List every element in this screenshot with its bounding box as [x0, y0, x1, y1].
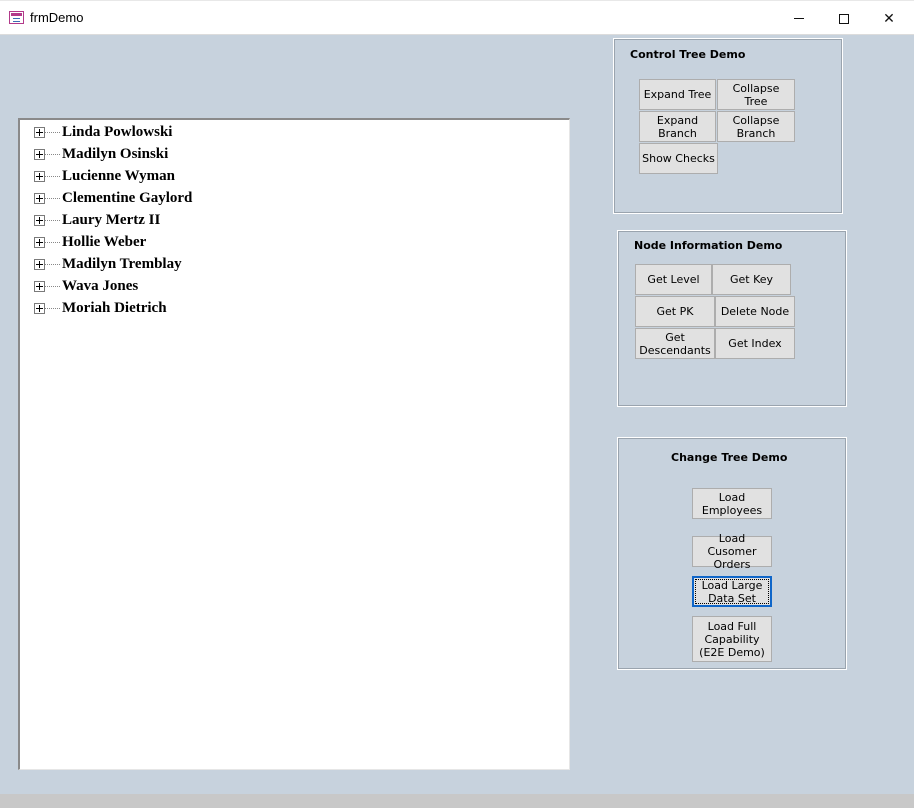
collapse-branch-button[interactable]: Collapse Branch	[717, 111, 795, 142]
tree-node-label[interactable]: Laury Mertz II	[62, 212, 160, 229]
tree-connector-line	[45, 241, 60, 243]
control-tree-title: Control Tree Demo	[630, 48, 746, 61]
maximize-icon	[839, 13, 849, 24]
form-icon	[9, 11, 24, 24]
tree-node-label[interactable]: Madilyn Osinski	[62, 146, 168, 163]
change-tree-group: Change Tree Demo Load Employees Load Cus…	[617, 437, 847, 670]
expand-branch-button[interactable]: Expand Branch	[639, 111, 716, 142]
tree-connector-line	[45, 197, 60, 199]
tree-connector-line	[45, 153, 60, 155]
title-bar: frmDemo ✕	[0, 1, 914, 35]
tree-node-label[interactable]: Clementine Gaylord	[62, 190, 192, 207]
get-key-button[interactable]: Get Key	[712, 264, 791, 295]
load-employees-button[interactable]: Load Employees	[692, 488, 772, 519]
minimize-button[interactable]	[776, 2, 822, 35]
node-info-title: Node Information Demo	[634, 239, 783, 252]
tree-connector-line	[45, 307, 60, 309]
expand-plus-icon[interactable]	[34, 148, 45, 160]
load-large-data-set-button[interactable]: Load Large Data Set	[692, 576, 772, 607]
tree-connector-line	[45, 131, 60, 133]
control-tree-group: Control Tree Demo Expand Tree Collapse T…	[613, 38, 843, 214]
load-customer-orders-button[interactable]: Load Cusomer Orders	[692, 532, 772, 571]
expand-plus-icon[interactable]	[34, 280, 45, 292]
get-index-button[interactable]: Get Index	[715, 328, 795, 359]
show-checks-button[interactable]: Show Checks	[639, 143, 718, 174]
tree-node[interactable]: Madilyn Osinski	[34, 143, 168, 165]
expand-plus-icon[interactable]	[34, 126, 45, 138]
tree-node[interactable]: Lucienne Wyman	[34, 165, 175, 187]
close-button[interactable]: ✕	[866, 2, 912, 35]
tree-node-label[interactable]: Linda Powlowski	[62, 124, 172, 141]
window-title: frmDemo	[30, 10, 84, 25]
tree-node[interactable]: Hollie Weber	[34, 231, 146, 253]
tree-node-label[interactable]: Moriah Dietrich	[62, 300, 167, 317]
form-window: frmDemo ✕ Linda Powlowski Madilyn Osinski…	[0, 0, 914, 808]
tree-connector-line	[45, 285, 60, 287]
tree-node[interactable]: Linda Powlowski	[34, 121, 172, 143]
close-icon: ✕	[883, 10, 895, 27]
maximize-button[interactable]	[821, 2, 867, 35]
tree-connector-line	[45, 219, 60, 221]
node-info-group: Node Information Demo Get Level Get Key …	[617, 230, 847, 407]
load-full-capability-button[interactable]: Load Full Capability (E2E Demo)	[692, 616, 772, 662]
tree-node[interactable]: Moriah Dietrich	[34, 297, 167, 319]
minimize-icon	[794, 18, 804, 19]
tree-connector-line	[45, 263, 60, 265]
expand-plus-icon[interactable]	[34, 236, 45, 248]
expand-tree-button[interactable]: Expand Tree	[639, 79, 716, 110]
get-pk-button[interactable]: Get PK	[635, 296, 715, 327]
expand-plus-icon[interactable]	[34, 170, 45, 182]
expand-plus-icon[interactable]	[34, 192, 45, 204]
get-level-button[interactable]: Get Level	[635, 264, 712, 295]
expand-plus-icon[interactable]	[34, 214, 45, 226]
tree-node[interactable]: Clementine Gaylord	[34, 187, 192, 209]
status-strip	[0, 794, 914, 808]
tree-connector-line	[45, 175, 60, 177]
tree-node[interactable]: Madilyn Tremblay	[34, 253, 182, 275]
tree-view[interactable]: Linda Powlowski Madilyn Osinski Lucienne W…	[18, 118, 570, 770]
expand-plus-icon[interactable]	[34, 302, 45, 314]
tree-node-label[interactable]: Wava Jones	[62, 278, 138, 295]
tree-node[interactable]: Wava Jones	[34, 275, 138, 297]
tree-node-label[interactable]: Hollie Weber	[62, 234, 146, 251]
tree-node-label[interactable]: Madilyn Tremblay	[62, 256, 182, 273]
tree-node[interactable]: Laury Mertz II	[34, 209, 160, 231]
expand-plus-icon[interactable]	[34, 258, 45, 270]
collapse-tree-button[interactable]: Collapse Tree	[717, 79, 795, 110]
tree-node-label[interactable]: Lucienne Wyman	[62, 168, 175, 185]
change-tree-title: Change Tree Demo	[671, 451, 788, 464]
delete-node-button[interactable]: Delete Node	[715, 296, 795, 327]
get-descendants-button[interactable]: Get Descendants	[635, 328, 715, 359]
